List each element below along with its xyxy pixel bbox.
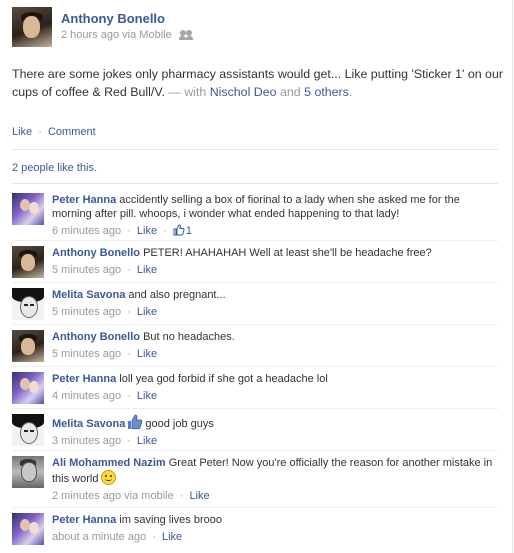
comment-like-count[interactable]: 1 [173,224,192,237]
comment-text: But no headaches. [143,331,235,343]
comment-like-link[interactable]: Like [137,264,157,276]
avatar[interactable] [12,246,44,278]
comment-time[interactable]: 4 minutes ago [52,390,121,402]
comment-time[interactable]: 5 minutes ago [52,264,121,276]
thumbs-up-icon [173,224,185,236]
avatar[interactable] [12,372,44,404]
post-author[interactable]: Anthony Bonello [61,11,165,26]
avatar[interactable] [12,513,44,545]
divider [12,149,498,150]
divider [12,240,498,241]
divider [12,408,498,409]
others-link[interactable]: 5 others [304,85,349,99]
divider [12,507,498,508]
comment-time[interactable]: 2 minutes ago [52,490,121,502]
post-actions: Like · Comment [12,126,96,138]
avatar[interactable] [12,7,52,47]
comment-time[interactable]: 5 minutes ago [52,348,121,360]
post-text: There are some jokes only pharmacy assis… [12,65,507,101]
thumbs-up-icon [128,414,143,430]
period-text: . [348,85,353,99]
comment-time[interactable]: 6 minutes ago [52,225,121,237]
comment-text: loll yea god forbid if she got a headach… [119,373,328,385]
avatar[interactable] [12,330,44,362]
post-time[interactable]: 2 hours ago [61,29,119,41]
comment-time[interactable]: 3 minutes ago [52,435,121,447]
comment-author[interactable]: Peter Hanna [52,514,116,526]
comment-like-link[interactable]: Like [137,225,157,237]
divider [12,324,498,325]
divider [12,450,498,451]
comment-author[interactable]: Peter Hanna [52,373,116,385]
friends-icon[interactable] [178,30,193,41]
comment-like-link[interactable]: Like [162,531,182,543]
comment-time[interactable]: 5 minutes ago [52,306,121,318]
avatar[interactable] [12,288,44,320]
avatar[interactable] [12,414,44,446]
comment-author[interactable]: Anthony Bonello [52,331,140,343]
comment-text: im saving lives brooo [119,514,222,526]
divider [12,366,498,367]
comment-text: PETER! AHAHAHAH Well at least she'll be … [143,247,432,259]
comment-link[interactable]: Comment [48,126,96,138]
comment-like-link[interactable]: Like [137,348,157,360]
post-via: via Mobile [122,29,172,41]
post-meta: 2 hours ago via Mobile [61,29,193,41]
divider [12,183,498,184]
with-prefix: — with [168,85,207,99]
likes-summary[interactable]: 2 people like this. [12,162,97,174]
avatar[interactable] [12,456,44,488]
comment-like-link[interactable]: Like [137,435,157,447]
tagged-person-link[interactable]: Nischol Deo [210,85,277,99]
comment-author[interactable]: Melita Savona [52,289,125,301]
comment-author[interactable]: Peter Hanna [52,194,116,206]
comment-like-link[interactable]: Like [137,390,157,402]
comment-time[interactable]: about a minute ago [52,531,146,543]
and-text: and [279,85,301,99]
smiley-icon [101,470,117,485]
avatar[interactable] [12,193,44,225]
comment-author[interactable]: Anthony Bonello [52,247,140,259]
post-card: Anthony Bonello 2 hours ago via Mobile T… [0,0,513,553]
comment-author[interactable]: Melita Savona [52,418,125,430]
like-link[interactable]: Like [12,126,32,138]
comment-author[interactable]: Ali Mohammed Nazim [52,457,166,469]
comment-text: and also pregnant... [128,289,226,301]
divider [12,282,498,283]
comment-text: good job guys [145,418,214,430]
comment-like-link[interactable]: Like [137,306,157,318]
comment-like-link[interactable]: Like [190,490,210,502]
comment-via: via mobile [124,490,174,502]
